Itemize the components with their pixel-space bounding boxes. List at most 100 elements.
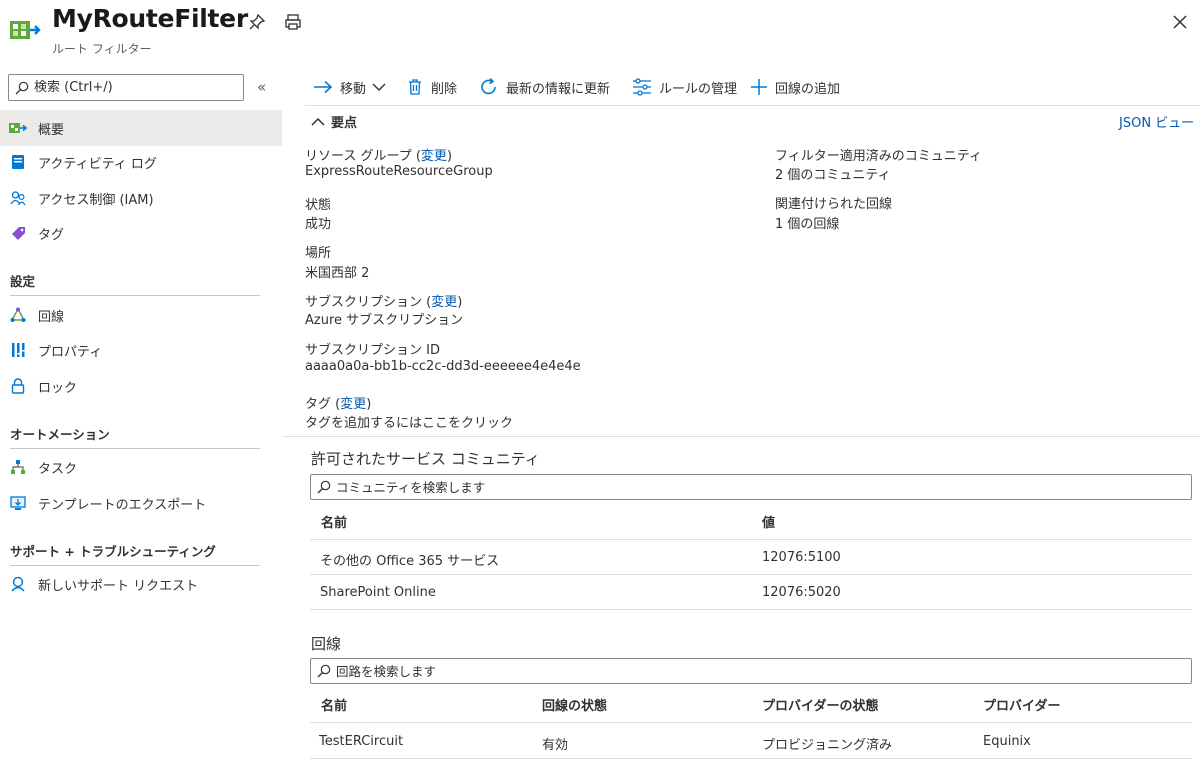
essentials-toggle[interactable]: 要点 — [311, 112, 357, 131]
manage-rules-label: ルールの管理 — [659, 81, 738, 97]
circuit-icon — [9, 306, 27, 324]
status-label: 状態 — [305, 198, 332, 213]
change-resource-group-link[interactable]: 変更 — [421, 149, 447, 164]
community-name-cell: その他の Office 365 サービス — [320, 554, 500, 569]
table-divider — [310, 758, 1192, 759]
activity-log-icon — [9, 153, 27, 171]
delete-label: 削除 — [431, 81, 458, 97]
communities-search-input[interactable] — [336, 479, 1156, 495]
sidebar-item-label: 概要 — [38, 122, 65, 138]
tasks-icon — [9, 458, 27, 476]
lock-icon — [9, 377, 27, 395]
pin-icon[interactable] — [247, 12, 267, 32]
sidebar-item-label: タスク — [38, 461, 78, 477]
sidebar-search[interactable] — [8, 74, 244, 101]
sidebar-item-iam[interactable]: アクセス制御 (IAM) — [0, 180, 282, 216]
status-value: 成功 — [305, 217, 332, 232]
refresh-label: 最新の情報に更新 — [506, 81, 611, 97]
sidebar-item-label: アクセス制御 (IAM) — [38, 192, 154, 208]
location-value: 米国西部 2 — [305, 266, 370, 281]
communities-search[interactable] — [310, 474, 1192, 500]
sidebar-section-support: サポート + トラブルシューティング — [10, 544, 216, 559]
chevron-down-icon — [372, 83, 386, 91]
table-divider — [310, 539, 1192, 540]
print-icon[interactable] — [283, 12, 303, 32]
subscription-value[interactable]: Azure サブスクリプション — [305, 309, 463, 328]
export-template-icon — [9, 494, 27, 512]
sidebar-item-tasks[interactable]: タスク — [0, 449, 282, 485]
refresh-button[interactable]: 最新の情報に更新 — [479, 76, 610, 98]
sidebar-item-label: 回線 — [38, 309, 65, 325]
location-label: 場所 — [305, 246, 332, 261]
tags-label: タグ — [305, 397, 332, 412]
circuits-search[interactable] — [310, 658, 1192, 684]
delete-button[interactable]: 削除 — [406, 76, 457, 98]
sidebar-item-export-template[interactable]: テンプレートのエクスポート — [0, 485, 282, 521]
collapse-sidebar-button[interactable]: « — [257, 78, 266, 96]
resource-group-value[interactable]: ExpressRouteResourceGroup — [305, 164, 493, 179]
sidebar-search-input[interactable] — [34, 80, 234, 95]
column-header-name: 名前 — [321, 516, 348, 531]
search-icon — [317, 480, 331, 494]
change-subscription-link[interactable]: 変更 — [431, 295, 457, 310]
add-circuit-button[interactable]: 回線の追加 — [750, 76, 840, 98]
community-value-cell: 12076:5100 — [762, 550, 841, 565]
sidebar-section-settings: 設定 — [10, 274, 36, 289]
table-divider — [310, 574, 1192, 575]
circuit-name-cell: TestERCircuit — [319, 734, 404, 749]
sidebar-item-label: ロック — [38, 380, 78, 396]
community-value-cell: 12076:5020 — [762, 585, 841, 600]
sidebar-item-label: テンプレートのエクスポート — [38, 497, 207, 513]
move-button[interactable]: 移動 — [313, 76, 386, 98]
resource-group-label-row: リソース グループ (変更) — [305, 149, 453, 164]
sidebar-item-new-support-request[interactable]: 新しいサポート リクエスト — [0, 566, 282, 602]
associated-circuits-label: 関連付けられた回線 — [775, 197, 893, 212]
circuit-status-cell: 有効 — [542, 738, 569, 753]
column-header-circuit-status: 回線の状態 — [542, 699, 608, 714]
subscription-label: サブスクリプション — [305, 295, 423, 310]
json-view-link[interactable]: JSON ビュー — [1119, 112, 1194, 131]
essentials-divider — [283, 436, 1200, 437]
support-request-icon — [9, 575, 27, 593]
search-icon — [15, 81, 29, 94]
circuits-search-input[interactable] — [336, 663, 1156, 679]
sidebar-section-automation: オートメーション — [10, 427, 110, 442]
sidebar-item-locks[interactable]: ロック — [0, 368, 282, 404]
resource-group-label: リソース グループ — [305, 149, 412, 164]
add-tags-link[interactable]: タグを追加するにはここをクリック — [305, 412, 513, 431]
sidebar-item-label: 新しいサポート リクエスト — [38, 578, 199, 594]
sidebar-item-label: タグ — [38, 227, 65, 243]
close-icon[interactable] — [1170, 12, 1190, 32]
community-name-cell: SharePoint Online — [320, 585, 436, 600]
tags-label-row: タグ (変更) — [305, 397, 372, 412]
sidebar-item-circuits[interactable]: 回線 — [0, 297, 282, 333]
communities-section-title: 許可されたサービス コミュニティ — [311, 450, 540, 468]
route-filter-icon — [9, 119, 27, 137]
essentials-heading: 要点 — [331, 116, 358, 131]
properties-icon — [9, 341, 27, 359]
column-header-value: 値 — [762, 516, 776, 531]
sidebar-item-overview[interactable]: 概要 — [0, 110, 282, 146]
sidebar-item-label: プロパティ — [38, 344, 103, 360]
manage-rules-button[interactable]: ルールの管理 — [632, 76, 737, 98]
provider-status-cell: プロビジョニング済み — [762, 738, 893, 753]
subscription-id-value: aaaa0a0a-bb1b-cc2c-dd3d-eeeeee4e4e4e — [305, 359, 581, 374]
sidebar-item-label: アクティビティ ログ — [38, 156, 157, 172]
table-divider — [310, 609, 1192, 610]
filtered-communities-label: フィルター適用済みのコミュニティ — [775, 149, 982, 164]
search-icon — [317, 664, 331, 678]
sliders-icon — [633, 78, 651, 96]
sidebar-item-activity-log[interactable]: アクティビティ ログ — [0, 144, 282, 180]
associated-circuits-value: 1 個の回線 — [775, 217, 840, 232]
sidebar-item-tags[interactable]: タグ — [0, 215, 282, 251]
page-subtitle: ルート フィルター — [52, 42, 152, 56]
table-divider — [310, 722, 1192, 723]
arrow-right-icon — [314, 80, 333, 94]
toolbar-divider — [305, 105, 1200, 106]
chevron-up-icon — [311, 117, 325, 126]
change-tags-link[interactable]: 変更 — [340, 397, 366, 412]
trash-icon — [409, 79, 421, 95]
sidebar-divider — [10, 295, 260, 296]
sidebar-item-properties[interactable]: プロパティ — [0, 332, 282, 368]
tag-icon — [9, 224, 27, 242]
